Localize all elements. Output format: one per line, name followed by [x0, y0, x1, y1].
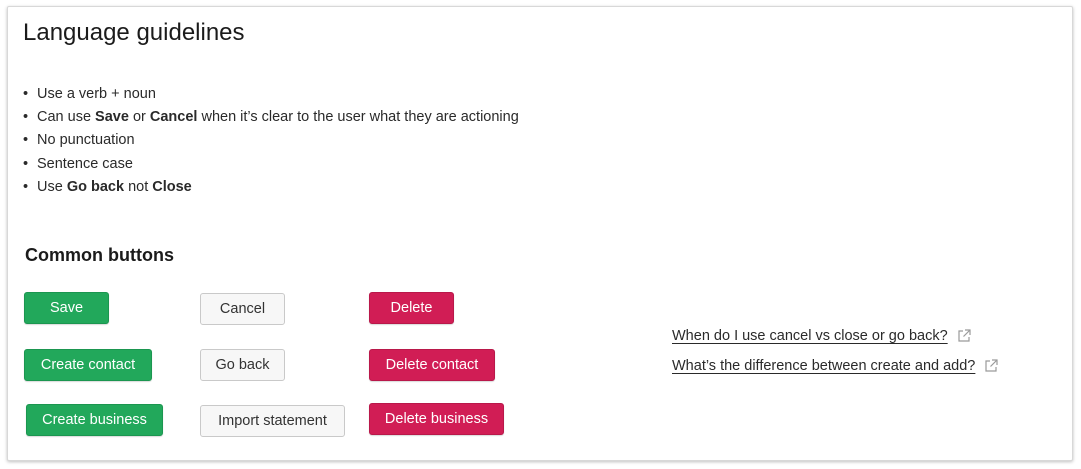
- create-vs-add-link[interactable]: What’s the difference between create and…: [672, 358, 975, 374]
- create-business-button[interactable]: Create business: [26, 404, 163, 436]
- guidelines-list: • Use a verb + noun • Can use Save or Cance…: [23, 83, 519, 199]
- import-statement-button[interactable]: Import statement: [200, 405, 345, 437]
- delete-contact-button[interactable]: Delete contact: [369, 349, 495, 381]
- cancel-vs-close-link[interactable]: When do I use cancel vs close or go back…: [672, 328, 948, 344]
- guideline-text: Use a verb + noun: [37, 86, 156, 102]
- page-title: Language guidelines: [23, 19, 245, 46]
- guideline-item: • Use a verb + noun: [23, 83, 519, 106]
- cancel-vs-close-link-row: When do I use cancel vs close or go back…: [672, 328, 972, 344]
- guideline-emphasis: Close: [152, 178, 192, 195]
- bullet-icon: •: [23, 155, 29, 172]
- bullet-icon: •: [23, 86, 29, 102]
- guideline-item: • Use Go back not Close: [23, 176, 519, 199]
- bullet-icon: •: [23, 132, 29, 149]
- delete-business-button[interactable]: Delete business: [369, 403, 504, 435]
- guideline-text: or: [128, 109, 150, 126]
- cancel-button[interactable]: Cancel: [200, 293, 285, 325]
- bullet-icon: •: [23, 178, 29, 195]
- save-button[interactable]: Save: [24, 292, 109, 324]
- guideline-emphasis: Save: [95, 109, 129, 126]
- bullet-icon: •: [23, 109, 29, 126]
- external-link-icon[interactable]: [956, 328, 972, 344]
- guideline-item: • Sentence case: [23, 153, 519, 176]
- create-vs-add-link-row: What’s the difference between create and…: [672, 358, 999, 374]
- external-link-icon[interactable]: [983, 358, 999, 374]
- guideline-item: • No punctuation: [23, 129, 519, 152]
- common-buttons-heading: Common buttons: [25, 245, 174, 265]
- guideline-text: Can use: [37, 109, 96, 126]
- guideline-text: No punctuation: [37, 132, 135, 149]
- guideline-text: Sentence case: [37, 155, 133, 172]
- guideline-item: • Can use Save or Cancel when it’s clear …: [23, 106, 519, 129]
- guideline-emphasis: Go back: [66, 178, 125, 195]
- create-contact-button[interactable]: Create contact: [24, 349, 152, 381]
- guideline-text: when it’s clear to the user what they ar…: [197, 109, 519, 126]
- guideline-text: not: [124, 178, 153, 195]
- go-back-button[interactable]: Go back: [200, 349, 285, 381]
- guideline-text: Use: [37, 178, 67, 195]
- guideline-emphasis: Cancel: [149, 109, 198, 126]
- delete-button[interactable]: Delete: [369, 292, 454, 324]
- language-guidelines-card: Language guidelines • Use a verb + noun • C…: [7, 6, 1073, 461]
